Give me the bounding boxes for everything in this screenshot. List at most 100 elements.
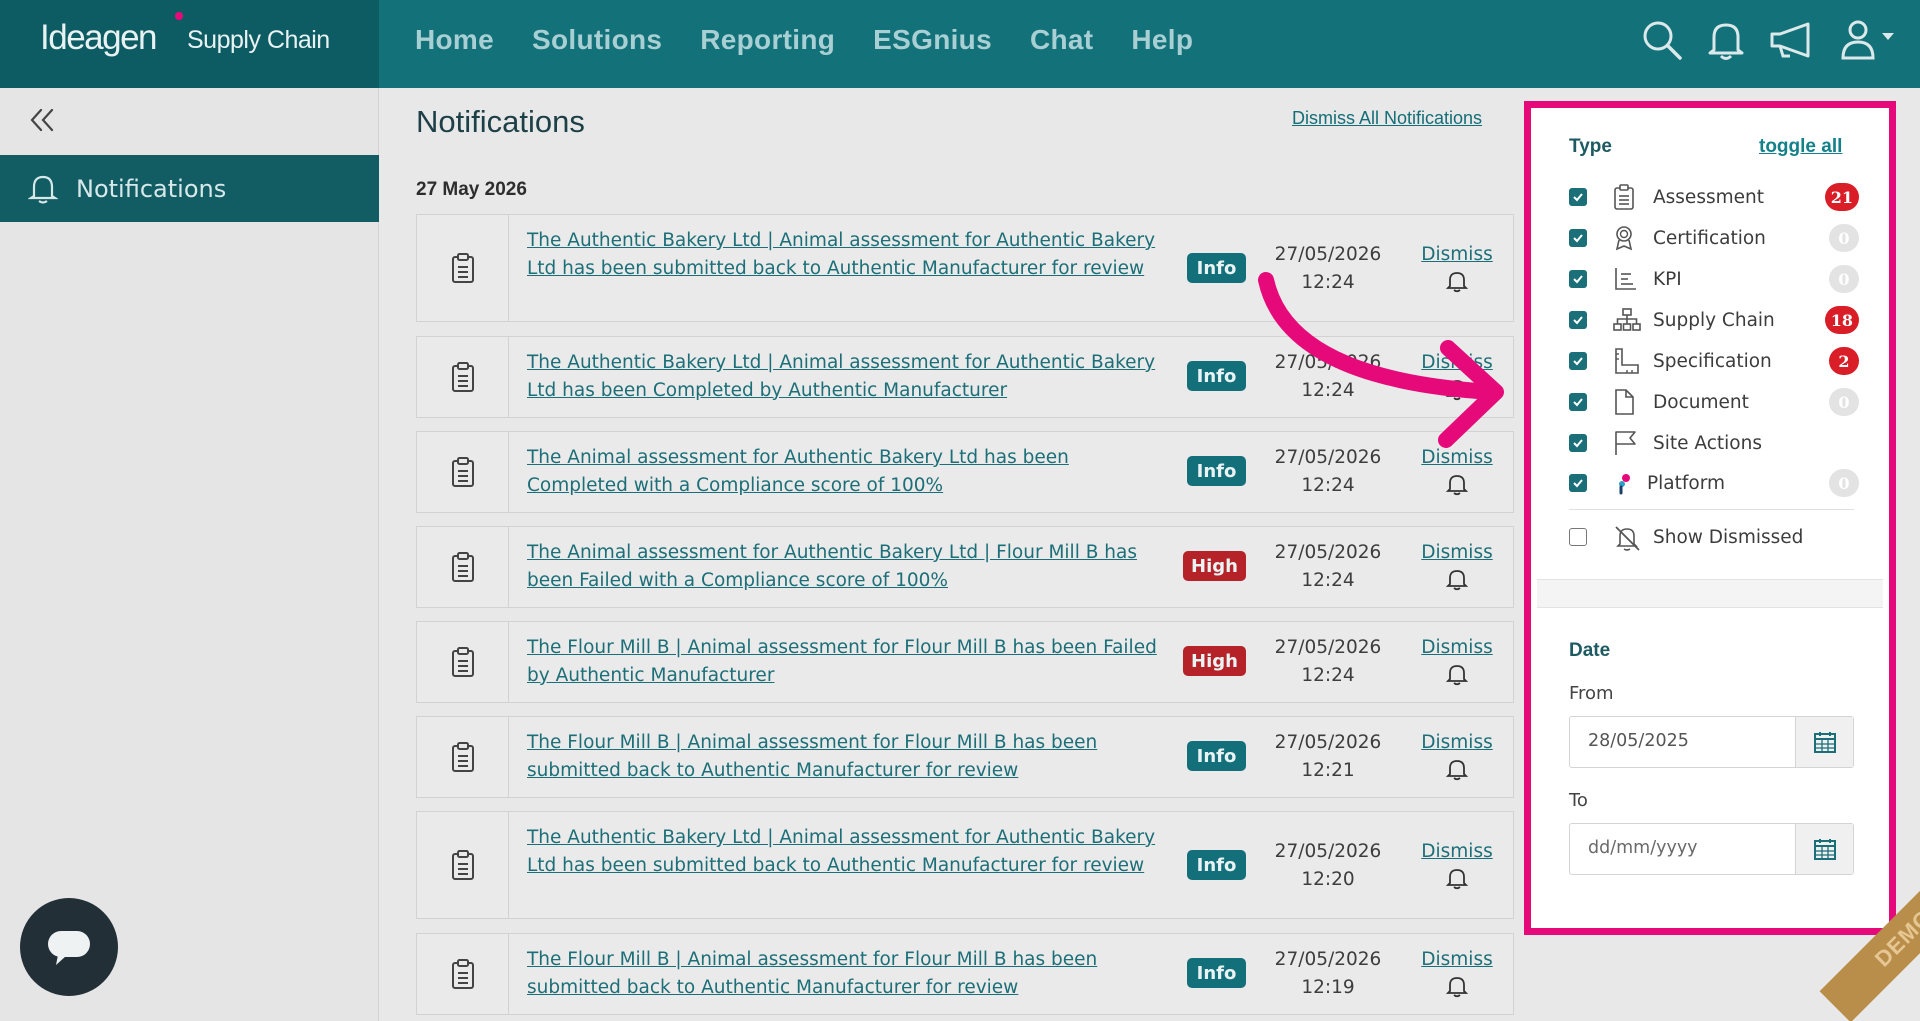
bell-icon[interactable]	[1706, 18, 1746, 62]
chat-launcher-button[interactable]	[20, 898, 118, 996]
to-date-input[interactable]: dd/mm/yyyy	[1569, 823, 1854, 875]
filter-kpi[interactable]: KPI 0	[1569, 264, 1859, 294]
megaphone-icon[interactable]	[1768, 18, 1816, 62]
clipboard-icon	[451, 647, 474, 677]
filter-label: KPI	[1653, 268, 1682, 290]
dismiss-button[interactable]: Dismiss	[1407, 636, 1507, 686]
clipboard-icon	[451, 959, 474, 989]
level-badge: High	[1183, 646, 1246, 676]
notification-date: 27/05/2026	[1274, 841, 1382, 862]
filter-supply-chain[interactable]: Supply Chain 18	[1569, 305, 1859, 335]
notification-message[interactable]: The Authentic Bakery Ltd | Animal assess…	[527, 227, 1167, 282]
filter-show-dismissed[interactable]: Show Dismissed	[1569, 522, 1859, 552]
notification-message[interactable]: The Animal assessment for Authentic Bake…	[527, 539, 1167, 594]
from-date-input[interactable]: 28/05/2025	[1569, 716, 1854, 768]
dismiss-label: Dismiss	[1421, 732, 1493, 753]
notification-time: 12:24	[1301, 664, 1355, 686]
level-badge: Info	[1187, 741, 1246, 771]
filter-label: Site Actions	[1653, 432, 1762, 454]
row-icon-cell	[417, 934, 509, 1014]
filter-assessment[interactable]: Assessment 21	[1569, 182, 1859, 212]
filter-document[interactable]: Document 0	[1569, 387, 1859, 417]
bell-icon	[1445, 760, 1469, 781]
checkbox[interactable]	[1569, 474, 1587, 492]
notification-datetime: 27/05/2026 12:24	[1253, 634, 1403, 689]
notification-message[interactable]: The Flour Mill B | Animal assessment for…	[527, 634, 1167, 689]
dismiss-button[interactable]: Dismiss	[1407, 541, 1507, 591]
user-icon[interactable]	[1838, 18, 1898, 62]
nav-chat[interactable]: Chat	[1030, 24, 1093, 56]
checkbox[interactable]	[1569, 528, 1587, 546]
filter-certification[interactable]: Certification 0	[1569, 223, 1859, 253]
notification-message[interactable]: The Authentic Bakery Ltd | Animal assess…	[527, 824, 1167, 879]
brand-area[interactable]: Ideagen Supply Chain	[0, 0, 379, 88]
dismiss-button[interactable]: Dismiss	[1407, 731, 1507, 781]
count-badge: 0	[1829, 388, 1859, 416]
search-icon[interactable]	[1640, 18, 1684, 62]
top-icons	[1640, 18, 1898, 62]
checkbox[interactable]	[1569, 188, 1587, 206]
clipboard-icon	[451, 457, 474, 487]
collapse-sidebar-icon[interactable]	[28, 106, 56, 134]
dismiss-button[interactable]: Dismiss	[1407, 446, 1507, 496]
notification-message[interactable]: The Animal assessment for Authentic Bake…	[527, 444, 1167, 499]
checkbox[interactable]	[1569, 311, 1587, 329]
from-date-value: 28/05/2025	[1588, 731, 1689, 751]
calendar-icon	[1813, 732, 1836, 753]
filter-label: Document	[1653, 391, 1749, 413]
level-badge: High	[1183, 551, 1246, 581]
bell-icon	[1445, 869, 1469, 890]
clipboard-icon	[1614, 184, 1634, 210]
notification-message[interactable]: The Flour Mill B | Animal assessment for…	[527, 946, 1167, 1001]
nav-home[interactable]: Home	[415, 24, 494, 56]
filter-label: Platform	[1647, 472, 1726, 494]
date-heading: Date	[1569, 640, 1611, 661]
dismiss-button[interactable]: Dismiss	[1407, 840, 1507, 890]
count-badge: 2	[1829, 347, 1859, 375]
clipboard-icon	[451, 850, 474, 880]
divider	[1569, 509, 1854, 510]
row-icon-cell	[417, 337, 509, 417]
toggle-all-link[interactable]: toggle all	[1759, 136, 1842, 158]
dismiss-label: Dismiss	[1421, 542, 1493, 563]
nav-solutions[interactable]: Solutions	[532, 24, 662, 56]
checkbox[interactable]	[1569, 434, 1587, 452]
calendar-button[interactable]	[1795, 824, 1853, 874]
nav-help[interactable]: Help	[1131, 24, 1193, 56]
row-icon-cell	[417, 812, 509, 918]
filter-site-actions[interactable]: Site Actions	[1569, 428, 1859, 458]
notification-message[interactable]: The Flour Mill B | Animal assessment for…	[527, 729, 1167, 784]
nav-reporting[interactable]: Reporting	[700, 24, 835, 56]
calendar-icon	[1813, 839, 1836, 860]
bell-icon	[1445, 977, 1469, 998]
calendar-button[interactable]	[1795, 717, 1853, 767]
notification-datetime: 27/05/2026 12:21	[1253, 729, 1403, 784]
bell-off-icon	[1615, 526, 1640, 551]
dismiss-all-link[interactable]: Dismiss All Notifications	[1292, 108, 1482, 129]
dismiss-label: Dismiss	[1421, 244, 1493, 265]
notification-message[interactable]: The Authentic Bakery Ltd | Animal assess…	[527, 349, 1167, 404]
checkbox[interactable]	[1569, 393, 1587, 411]
date-group-heading: 27 May 2026	[416, 179, 527, 200]
notification-date: 27/05/2026	[1274, 244, 1382, 265]
document-icon	[1615, 389, 1634, 415]
main-nav: Home Solutions Reporting ESGnius Chat He…	[415, 24, 1193, 56]
chart-icon	[1615, 268, 1636, 290]
filter-label: Certification	[1653, 227, 1766, 249]
dismiss-label: Dismiss	[1421, 841, 1493, 862]
checkbox[interactable]	[1569, 229, 1587, 247]
checkbox[interactable]	[1569, 270, 1587, 288]
notification-time: 12:20	[1301, 868, 1355, 890]
dismiss-button[interactable]: Dismiss	[1407, 948, 1507, 998]
filter-label: Show Dismissed	[1653, 526, 1804, 548]
filter-platform[interactable]: Platform 0	[1569, 468, 1859, 498]
flag-icon	[1615, 431, 1636, 455]
filter-specification[interactable]: Specification 2	[1569, 346, 1859, 376]
notification-datetime: 27/05/2026 12:24	[1253, 539, 1403, 594]
ruler-icon	[1615, 348, 1639, 374]
nav-esgnius[interactable]: ESGnius	[873, 24, 992, 56]
sidebar: Notifications	[0, 88, 379, 1021]
sidebar-item-notifications[interactable]: Notifications	[0, 155, 379, 222]
notification-date: 27/05/2026	[1274, 732, 1382, 753]
checkbox[interactable]	[1569, 352, 1587, 370]
